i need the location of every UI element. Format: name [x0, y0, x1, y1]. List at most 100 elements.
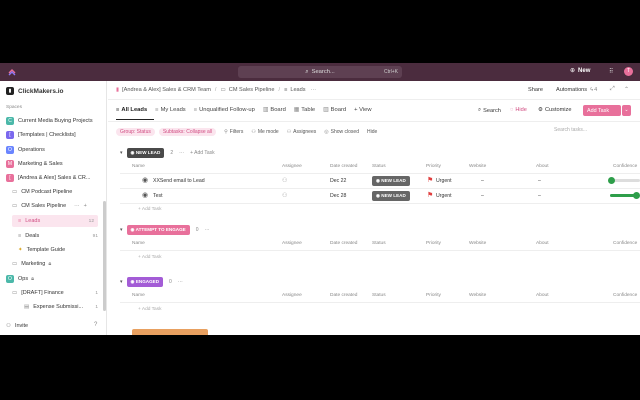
sidebar-item-template-guide[interactable]: ✦ Template Guide: [18, 245, 65, 255]
avatar[interactable]: T: [624, 67, 633, 76]
tab-board-2[interactable]: ▥ Board: [323, 107, 346, 113]
column-header-assignee[interactable]: Assignee: [282, 164, 302, 169]
sidebar-item-templates[interactable]: [ [Templates | Checklists]: [6, 130, 76, 140]
column-header-status[interactable]: Status: [372, 164, 386, 169]
sidebar-item-leads[interactable]: ≡ Leads 12: [12, 215, 98, 227]
more-icon[interactable]: ···: [205, 227, 210, 233]
breadcrumb-item[interactable]: CM Sales Pipeline: [229, 87, 275, 93]
sidebar-item-expense[interactable]: ▤ Expense Submissi... 1: [24, 302, 98, 312]
confidence-knob[interactable]: [608, 177, 615, 184]
column-header-about[interactable]: About: [536, 241, 549, 246]
tab-board[interactable]: ▥ Board: [263, 107, 286, 113]
caret-down-icon[interactable]: ▾: [120, 150, 123, 156]
column-header-priority[interactable]: Priority: [426, 241, 441, 246]
sidebar-item-sales-pipeline[interactable]: ▭ CM Sales Pipeline ··· +: [12, 201, 87, 211]
group-header-new-lead[interactable]: ▾ ◉ NEW LEAD 2 ··· + Add Task: [120, 148, 215, 158]
breadcrumb-item[interactable]: [Andrea & Alex] Sales & CRM Team: [122, 87, 211, 93]
app-logo-icon[interactable]: [8, 68, 16, 76]
task-search-input[interactable]: Search tasks...: [554, 127, 634, 136]
about-value[interactable]: –: [538, 178, 541, 184]
column-header-date[interactable]: Date created: [330, 241, 357, 246]
sidebar-scrollbar[interactable]: [103, 201, 106, 311]
group-header-attempt-to-engage[interactable]: ▾ ◉ ATTEMPT TO ENGAGE 0 ···: [120, 225, 210, 235]
column-header-website[interactable]: Website: [469, 241, 486, 246]
global-search-bar[interactable]: ⌕ Search... Ctrl+K: [238, 66, 402, 78]
sidebar-item-marketing-sales[interactable]: M Marketing & Sales: [6, 159, 63, 169]
sidebar-item-andrea-alex[interactable]: [ [Andrea & Alex] Sales & CR...: [6, 173, 106, 183]
column-header-name[interactable]: Name: [132, 164, 145, 169]
breadcrumb-item[interactable]: Leads: [290, 87, 305, 93]
confidence-slider[interactable]: [610, 192, 640, 199]
customize-button[interactable]: ⚙ Customize: [538, 107, 571, 113]
column-header-priority[interactable]: Priority: [426, 164, 441, 169]
column-header-confidence[interactable]: Confidence: [613, 241, 637, 246]
tab-unqualified[interactable]: ≡ Unqualified Follow-up: [194, 107, 255, 113]
column-header-assignee[interactable]: Assignee: [282, 241, 302, 246]
website-value[interactable]: –: [481, 193, 484, 199]
more-icon[interactable]: ···: [178, 279, 183, 285]
confidence-slider[interactable]: [608, 177, 640, 184]
column-header-website[interactable]: Website: [469, 164, 486, 169]
add-task-row[interactable]: + Add Task: [138, 255, 162, 260]
show-closed-button[interactable]: Show closed: [331, 129, 359, 135]
status-circle-icon[interactable]: ◉: [142, 191, 148, 199]
add-assignee-icon[interactable]: ⚇: [282, 192, 287, 199]
chevron-up-icon[interactable]: ⌃: [624, 86, 629, 93]
automations-button[interactable]: Automations ϟ 4: [556, 87, 597, 93]
sidebar-item-current-media[interactable]: C Current Media Buying Projects: [6, 116, 93, 126]
status-circle-icon[interactable]: ◉: [142, 176, 148, 184]
filters-button[interactable]: Filters: [230, 129, 244, 135]
column-header-about[interactable]: About: [536, 293, 549, 298]
sidebar-item-operations[interactable]: O Operations: [6, 145, 45, 155]
workspace-switcher[interactable]: ▮ ClickMakers.io: [6, 86, 64, 96]
add-assignee-icon[interactable]: ⚇: [282, 177, 287, 184]
tab-all-leads[interactable]: ≡ All Leads: [116, 107, 147, 113]
caret-down-icon[interactable]: ▾: [120, 279, 123, 285]
column-header-website[interactable]: Website: [469, 293, 486, 298]
sidebar-item-podcast-pipeline[interactable]: ▭ CM Podcast Pipeline: [12, 187, 72, 197]
priority-value[interactable]: Urgent: [436, 193, 452, 199]
sidebar-item-marketing[interactable]: ▭ Marketing 🔒︎: [12, 259, 51, 269]
status-badge[interactable]: ◉ NEW LEAD: [372, 176, 410, 186]
status-badge[interactable]: ◉ NEW LEAD: [372, 191, 410, 201]
help-icon[interactable]: ?: [94, 322, 97, 328]
add-task-button[interactable]: Add Task: [583, 105, 621, 116]
sidebar-item-draft-finance[interactable]: ▭ [DRAFT] Finance 1: [12, 288, 98, 298]
more-icon[interactable]: ···: [311, 87, 317, 93]
column-header-date[interactable]: Date created: [330, 293, 357, 298]
group-add-task[interactable]: + Add Task: [190, 150, 215, 156]
confidence-knob[interactable]: [633, 192, 640, 199]
add-task-row[interactable]: + Add Task: [138, 207, 162, 212]
me-mode-button[interactable]: Me mode: [258, 129, 279, 135]
grid-icon[interactable]: ⠿: [609, 68, 613, 75]
column-header-about[interactable]: About: [536, 164, 549, 169]
more-icon[interactable]: ···: [179, 150, 184, 156]
task-name[interactable]: Test: [153, 193, 163, 199]
column-header-confidence[interactable]: Confidence: [613, 293, 637, 298]
about-value[interactable]: –: [538, 193, 541, 199]
table-row[interactable]: ◉ Test ⚇ Dec 28 ◉ NEW LEAD ⚑ Urgent – –: [120, 189, 640, 203]
next-group-header-partial[interactable]: [132, 329, 208, 335]
hide-button[interactable]: ◌ Hide: [510, 107, 527, 113]
column-header-assignee[interactable]: Assignee: [282, 293, 302, 298]
new-button[interactable]: ⊕ New: [570, 67, 590, 75]
task-name[interactable]: XXSend email to Lead: [153, 178, 205, 184]
sidebar-item-deals[interactable]: ≡ Deals 91: [18, 231, 98, 241]
sidebar-item-ops[interactable]: O Ops 🔒︎: [6, 274, 34, 284]
caret-down-icon[interactable]: ▾: [120, 227, 123, 233]
assignees-button[interactable]: Assignees: [293, 129, 316, 135]
column-header-status[interactable]: Status: [372, 241, 386, 246]
column-header-confidence[interactable]: Confidence: [613, 164, 637, 169]
column-header-name[interactable]: Name: [132, 293, 145, 298]
subtasks-chip[interactable]: Subtasks: Collapse all: [158, 128, 217, 136]
website-value[interactable]: –: [481, 178, 484, 184]
priority-value[interactable]: Urgent: [436, 178, 452, 184]
invite-button[interactable]: ⚇ Invite: [6, 321, 28, 331]
column-header-status[interactable]: Status: [372, 293, 386, 298]
add-task-row[interactable]: + Add Task: [138, 307, 162, 312]
group-by-chip[interactable]: Group: Status: [116, 128, 155, 136]
expand-icon[interactable]: ⤢: [610, 86, 615, 93]
search-view-button[interactable]: ⌕ Search: [478, 107, 501, 114]
add-view-button[interactable]: + View: [354, 107, 371, 113]
share-button[interactable]: Share: [528, 87, 543, 93]
